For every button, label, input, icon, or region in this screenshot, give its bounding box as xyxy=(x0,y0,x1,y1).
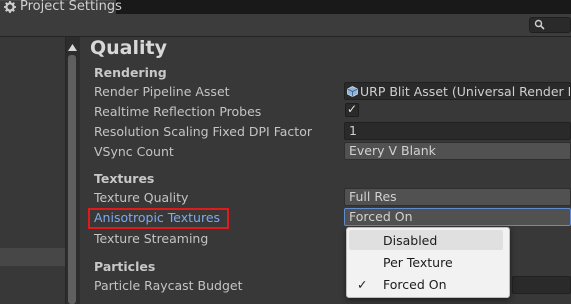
tab-project-settings[interactable]: Project Settings xyxy=(0,0,122,14)
anisotropic-textures-label: Anisotropic Textures xyxy=(94,210,221,225)
option-disabled[interactable]: Disabled xyxy=(383,233,437,248)
scriptable-object-icon xyxy=(347,86,358,97)
section-particles: Particles xyxy=(94,259,156,274)
texture-quality-value: Full Res xyxy=(349,189,397,204)
vsync-count-value: Every V Blank xyxy=(349,143,436,158)
resolution-scaling-dpi-label: Resolution Scaling Fixed DPI Factor xyxy=(94,124,312,139)
tab-title: Project Settings xyxy=(20,0,122,14)
scrollbar-thumb[interactable] xyxy=(68,55,76,304)
realtime-reflection-probes-label: Realtime Reflection Probes xyxy=(94,104,262,119)
particle-raycast-budget-label: Particle Raycast Budget xyxy=(94,278,243,293)
particle-raycast-budget-input[interactable] xyxy=(512,276,571,294)
gear-icon xyxy=(4,1,16,13)
resolution-scaling-dpi-value: 1 xyxy=(349,123,357,138)
render-pipeline-asset-label: Render Pipeline Asset xyxy=(94,84,230,99)
search-icon xyxy=(534,19,545,30)
vsync-count-dropdown[interactable]: Every V Blank xyxy=(344,142,571,160)
option-per-texture[interactable]: Per Texture xyxy=(383,255,453,270)
resolution-scaling-dpi-input[interactable]: 1 xyxy=(344,122,571,140)
vsync-count-label: VSync Count xyxy=(94,144,174,159)
category-item-selected[interactable] xyxy=(0,248,65,266)
anisotropic-textures-dropdown[interactable]: Forced On xyxy=(344,208,571,226)
anisotropic-textures-value: Forced On xyxy=(349,209,413,224)
option-forced-on[interactable]: Forced On xyxy=(383,277,447,292)
render-pipeline-asset-field[interactable]: URP Blit Asset (Universal Render Pipe xyxy=(344,82,571,100)
texture-quality-dropdown[interactable]: Full Res xyxy=(344,188,571,206)
page-title: Quality xyxy=(90,37,167,59)
texture-streaming-label: Texture Streaming xyxy=(94,231,209,246)
render-pipeline-asset-value: URP Blit Asset (Universal Render Pipe xyxy=(360,84,571,99)
scroll-up-arrow-icon[interactable] xyxy=(68,44,77,51)
section-rendering: Rendering xyxy=(94,65,167,80)
texture-quality-label: Texture Quality xyxy=(94,190,189,205)
section-textures: Textures xyxy=(94,171,155,186)
realtime-reflection-probes-checkbox[interactable]: ✓ xyxy=(345,102,359,117)
checkmark-icon: ✓ xyxy=(347,102,358,116)
toolbar xyxy=(0,14,571,37)
selected-check-icon: ✓ xyxy=(357,277,368,292)
